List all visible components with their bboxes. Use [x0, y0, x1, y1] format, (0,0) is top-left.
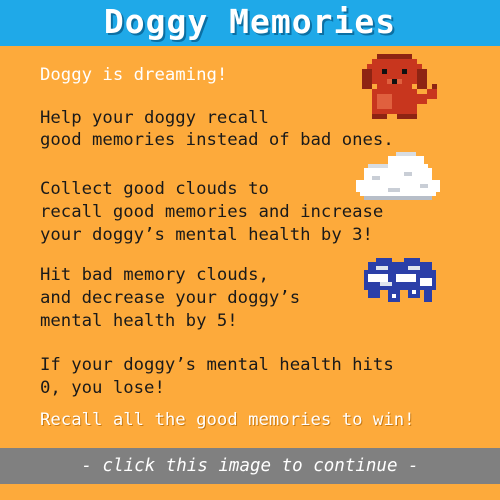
- bad-cloud-text-line-2: and decrease your doggy’s: [40, 288, 301, 308]
- help-text-line-2: good memories instead of bad ones.: [40, 130, 394, 150]
- good-cloud-icon: [356, 152, 440, 200]
- win-text: Recall all the good memories to win!: [40, 410, 415, 430]
- good-cloud-text-line-1: Collect good clouds to: [40, 179, 269, 199]
- continue-prompt[interactable]: - click this image to continue -: [0, 448, 500, 484]
- good-cloud-text-line-2: recall good memories and increase: [40, 202, 384, 222]
- lose-text-line-1: If your doggy’s mental health hits: [40, 355, 394, 375]
- dreaming-text: Doggy is dreaming!: [40, 65, 228, 85]
- pixel-dog-icon: [362, 54, 437, 119]
- lose-text-line-2: 0, you lose!: [40, 378, 165, 398]
- good-cloud-text-line-3: your doggy’s mental health by 3!: [40, 225, 373, 245]
- bad-cloud-text-line-1: Hit bad memory clouds,: [40, 265, 269, 285]
- bad-cloud-icon: [364, 258, 436, 302]
- bad-cloud-text-line-3: mental health by 5!: [40, 311, 238, 331]
- help-text-line-1: Help your doggy recall: [40, 108, 269, 128]
- instruction-screen[interactable]: Doggy Memories Doggy is dreaming! Help y…: [0, 0, 500, 500]
- game-title: Doggy Memories: [103, 2, 397, 41]
